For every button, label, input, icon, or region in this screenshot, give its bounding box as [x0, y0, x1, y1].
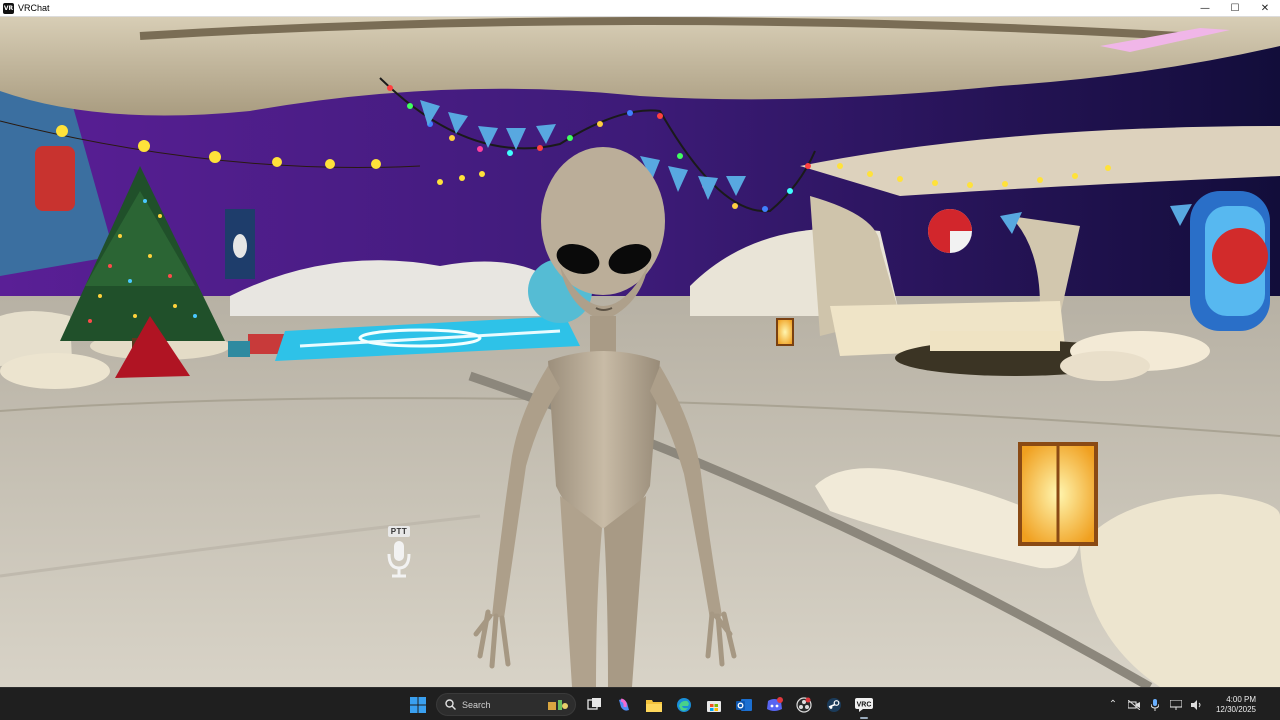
obs-icon: [796, 696, 812, 713]
edge-icon: [677, 697, 691, 712]
ptt-label: PTT: [387, 526, 411, 537]
discord-icon: [766, 696, 783, 711]
edge-button[interactable]: [672, 693, 696, 717]
clock-date: 12/30/2025: [1215, 704, 1256, 714]
folder-icon: [646, 699, 662, 712]
discord-button[interactable]: [762, 693, 786, 717]
search-icon: [445, 699, 456, 710]
candy-decoration: [35, 146, 75, 211]
obs-button[interactable]: [792, 693, 816, 717]
game-viewport[interactable]: PTT: [0, 16, 1280, 687]
steam-icon: [827, 697, 841, 712]
taskbar-apps: Search VRC: [406, 692, 876, 719]
minimize-button[interactable]: —: [1190, 0, 1220, 16]
copilot-button[interactable]: [612, 693, 636, 717]
clock[interactable]: 4:00 PM 12/30/2025: [1216, 695, 1256, 715]
microphone-icon: [387, 541, 411, 578]
windows-logo-icon: [410, 696, 426, 713]
vrchat-taskbar-button[interactable]: VRC: [852, 693, 876, 719]
clock-time: 4:00 PM: [1226, 694, 1256, 704]
camera-off-icon[interactable]: [1127, 699, 1140, 711]
game-scene: [0, 16, 1280, 687]
steam-button[interactable]: [822, 693, 846, 717]
speaker-icon[interactable]: [1190, 699, 1203, 711]
task-view-icon: [586, 698, 601, 710]
file-explorer-button[interactable]: [642, 693, 666, 717]
screen: VR VRChat — ☐ ✕ PTT Search VRC ⌃ 4:00 PM…: [0, 0, 1280, 720]
outlook-button[interactable]: [732, 693, 756, 717]
vrchat-app-icon: VR: [3, 2, 14, 14]
system-tray: ⌃ 4:00 PM 12/30/2025: [1107, 688, 1280, 720]
push-to-talk-indicator: PTT: [384, 526, 414, 582]
start-button[interactable]: [406, 693, 430, 717]
vrchat-icon: VRC: [855, 697, 873, 712]
close-button[interactable]: ✕: [1250, 0, 1280, 16]
chevron-up-icon[interactable]: ⌃: [1107, 699, 1119, 711]
task-view-button[interactable]: [582, 693, 606, 717]
window-title: VRChat: [18, 3, 50, 13]
outlook-icon: [736, 698, 752, 711]
small-lamp: [776, 318, 794, 346]
store-button[interactable]: [702, 693, 726, 717]
search-placeholder: Search: [462, 699, 491, 710]
svg-text:VRC: VRC: [857, 701, 872, 708]
microphone-tray-icon[interactable]: [1149, 698, 1161, 711]
store-icon: [707, 700, 721, 712]
copilot-icon: [619, 698, 629, 711]
network-icon[interactable]: [1169, 699, 1182, 711]
taskbar: Search VRC ⌃ 4:00 PM 12/30/2025: [0, 687, 1280, 720]
title-bar[interactable]: VR VRChat — ☐ ✕: [0, 0, 1280, 17]
search-highlight-icon: [548, 699, 568, 710]
taskbar-search[interactable]: Search: [436, 693, 576, 716]
maximize-button[interactable]: ☐: [1220, 0, 1250, 16]
